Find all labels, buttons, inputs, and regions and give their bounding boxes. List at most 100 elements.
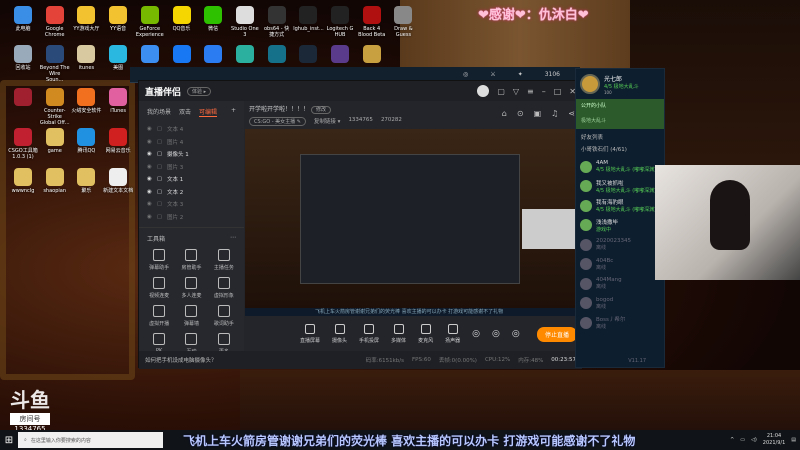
eye-icon[interactable]: ◉ [147,189,152,195]
friend-group[interactable]: 小哥铁石们 (4/61) [576,145,664,157]
taskbar-search[interactable]: ⌕ 在这里输入你要搜索的内容 [18,432,163,448]
eye-icon[interactable]: ◉ [147,201,152,207]
source-button[interactable]: 扬声器 [445,324,460,344]
tool-button[interactable]: 主播任务 [208,249,240,271]
volume-icon[interactable]: ◁) [751,437,757,443]
desktop-icon[interactable]: 火绒安全软件 [71,88,101,114]
desktop-icon[interactable]: Studio One 3 [230,6,260,38]
friend-item[interactable]: 浅浅撒毕 游戏中 [576,216,664,236]
source-button[interactable]: 手机投屏 [359,324,379,344]
desktop-icon[interactable] [230,45,260,65]
eye-icon[interactable]: ◉ [147,139,152,145]
layer-item[interactable]: ◉ ▢ 摄像头 1 [139,148,244,161]
layer-item[interactable]: ◉ ▢ 图片 3 [139,161,244,174]
desktop-icon[interactable]: YY语音 [103,6,133,32]
desktop-icon[interactable] [293,45,323,65]
tool-button[interactable]: 虚拟形象 [208,277,240,299]
desktop-icon[interactable]: game [40,128,70,154]
desktop-icon[interactable]: Google Chrome [40,6,70,38]
desktop-icon[interactable]: lghub_inst... [293,6,324,32]
tool-button[interactable]: 弹幕墙 [175,305,207,327]
tool-button[interactable]: 歌词助手 [208,305,240,327]
stream-preview[interactable]: 飞机上车火箭房管谢谢兄弟们的荧光棒 喜欢主播的可以办卡 打游戏可能感谢不了礼物 [245,129,581,316]
box-icon[interactable]: ▣ [534,109,542,118]
friend-item[interactable]: Boss丿希尔 离线 [576,313,664,333]
category-selector[interactable]: CS:GO - 美女主播 ✎ [249,117,306,126]
trial-badge[interactable]: 体验 ▸ [187,86,212,96]
skin-icon[interactable]: ▽ [513,87,519,96]
desktop-icon[interactable]: itunes [71,45,101,71]
layer-item[interactable]: ◉ ▢ 图片 2 [139,211,244,224]
tray-chevron-icon[interactable]: ^ [730,437,734,443]
desktop-icon[interactable]: shaopian [40,168,70,194]
desktop-icon[interactable]: CSGO工具箱 1.0.3 (1) [8,128,38,160]
desktop-icon[interactable]: Logitech G HUB [325,6,355,38]
eye-icon[interactable]: ◉ [147,151,152,157]
desktop-icon[interactable]: 美图 [103,45,133,71]
preview-eye-icon[interactable]: ◎ [492,329,500,339]
tool-button[interactable]: 视频连麦 [143,277,175,299]
tool-button[interactable]: 虚拟开播 [143,305,175,327]
more-icon[interactable]: ⋯ [230,234,236,243]
desktop-icon[interactable] [198,45,228,65]
share-icon[interactable]: ⋖ [568,109,575,118]
desktop-icon[interactable]: Counter-Strike Global Off... [40,88,70,126]
source-button[interactable]: 多媒体 [391,324,406,344]
desktop-icon[interactable]: 微信 [198,6,228,32]
tool-button[interactable]: 弹幕助手 [143,249,175,271]
eye-icon[interactable]: ◉ [147,164,152,170]
layer-item[interactable]: ◉ ▢ 文本 3 [139,198,244,211]
source-button[interactable]: 麦克风 [418,324,433,344]
stop-stream-button[interactable]: 停止直播 [536,326,577,342]
edit-title-button[interactable]: 修改 [310,106,331,114]
gift-icon[interactable]: ⌂ [502,109,507,118]
desktop-icon[interactable]: 聚乐 [71,168,101,194]
profile-avatar[interactable] [580,74,600,94]
desktop-icon[interactable]: Beyond The Wire Soun... [40,45,70,83]
desktop-icon[interactable]: 腾讯QQ [71,128,101,154]
tab-my-scenes[interactable]: 我的场景 [147,107,171,117]
friend-item[interactable]: bogod 离线 [576,294,664,314]
eye-icon[interactable]: ◉ [147,176,152,182]
layer-item[interactable]: ◉ ▢ 文本 2 [139,186,244,199]
desktop-icon[interactable] [135,45,165,65]
desktop-icon[interactable] [357,45,387,65]
add-scene-button[interactable]: + [231,107,236,117]
desktop-icon[interactable] [167,45,197,65]
notification-icon[interactable]: ▤ [791,437,796,443]
clock[interactable]: 21:04 2021/9/1 [763,433,785,447]
maximize-icon[interactable]: □ [554,87,562,96]
desktop-icon[interactable]: obs64 - 快捷方式 [262,6,292,38]
eye-icon[interactable]: ◉ [147,214,152,220]
tool-button[interactable]: 房管助手 [175,249,207,271]
minimize-icon[interactable]: – [542,87,546,96]
lock-icon[interactable]: ⊙ [517,109,524,118]
desktop-icon[interactable]: GeForce Experience [135,6,165,38]
layer-item[interactable]: ◉ ▢ 文本 4 [139,123,244,136]
desktop-icon[interactable] [8,88,38,108]
bell-icon[interactable]: ♫ [551,109,558,118]
tool-button[interactable]: 多人连麦 [175,277,207,299]
desktop-icon[interactable]: Back 4 Blood Beta [357,6,387,38]
friend-item[interactable]: 404Bc 离线 [576,255,664,275]
desktop-icon[interactable]: Draw & Guess [388,6,418,38]
layer-item[interactable]: ◉ ▢ 图片 4 [139,136,244,149]
desktop-icon[interactable]: wwwnclg [8,168,38,194]
share-link[interactable]: 复制链接 ▾ [314,117,341,126]
eye-icon[interactable]: ◉ [147,126,152,132]
source-button[interactable]: 直播屏幕 [300,324,320,344]
team-card[interactable]: 公开的小队 极地大乱斗 [576,99,664,129]
friend-item[interactable]: 4AM 4/5 极地大乱斗 (嘟嘟深渊) [576,157,664,177]
help-tip[interactable]: 如何把手机设成电脑摄像头？ [145,356,358,364]
desktop-icon[interactable] [262,45,292,65]
tab-double[interactable]: 双击 [179,107,191,117]
windows-start-icon[interactable]: ⊞ [0,435,18,446]
desktop-icon[interactable]: 网易云音乐 [103,128,133,154]
desktop-icon[interactable]: 此电脑 [8,6,38,32]
desktop-icon[interactable]: 回收站 [8,45,38,71]
source-button[interactable]: 摄像头 [332,324,347,344]
message-icon[interactable]: ▢ [497,87,505,96]
desktop-icon[interactable]: QQ音乐 [167,6,197,32]
layer-item[interactable]: ◉ ▢ 文本 1 [139,173,244,186]
tab-editable[interactable]: 可编辑 [199,107,218,117]
